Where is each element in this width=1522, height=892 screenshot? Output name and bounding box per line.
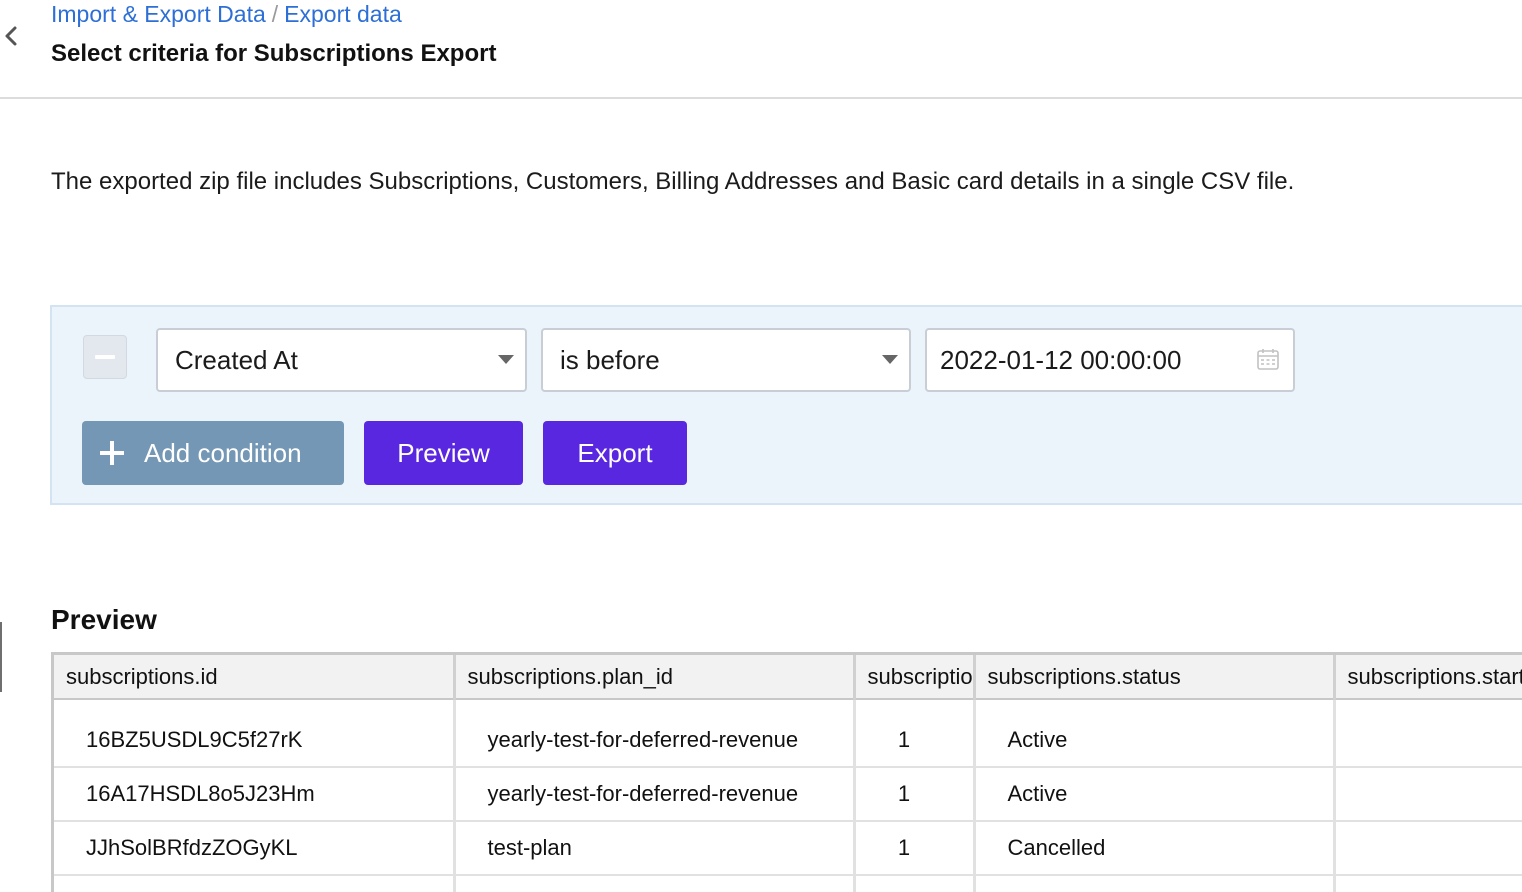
table-cell: yearly-test-for-deferred-revenue (454, 767, 856, 822)
column-header[interactable]: subscriptions.started_at (1334, 655, 1522, 700)
remove-condition-button[interactable] (83, 335, 127, 379)
table-cell: yearly-test-for-deferred-revenue (454, 713, 856, 768)
table-cell (1334, 713, 1522, 768)
export-button[interactable]: Export (543, 421, 687, 485)
add-condition-button[interactable]: Add condition (82, 421, 344, 485)
table-cell (1334, 767, 1522, 822)
table-cell: 1 (854, 713, 976, 768)
attribute-select-value: Created At (175, 344, 298, 375)
table-cell (1334, 821, 1522, 876)
column-header[interactable]: subscriptions.plan_quantity (854, 655, 976, 700)
table-row: 16BZ5USDL9C5f27rK yearly-test-for-deferr… (54, 713, 1522, 768)
scroll-marker (0, 622, 2, 692)
back-button[interactable] (0, 22, 22, 50)
table-cell: 1 (854, 821, 976, 876)
table-cell (54, 875, 456, 892)
table-row: JJhSolBRfdzZOGyKL test-plan 1 Cancelled (54, 821, 1522, 876)
column-header[interactable]: subscriptions.id (54, 655, 456, 700)
table-row (54, 875, 1522, 892)
attribute-select[interactable]: Created At (156, 328, 527, 392)
table-header-row: subscriptions.id subscriptions.plan_id s… (54, 655, 1522, 700)
table-cell: 16A17HSDL8o5J23Hm (54, 767, 456, 822)
table-cell: 1 (854, 767, 976, 822)
column-header[interactable]: subscriptions.plan_id (454, 655, 856, 700)
export-description: The exported zip file includes Subscript… (51, 168, 1295, 195)
chevron-left-icon (5, 26, 17, 46)
operator-select-value: is before (560, 344, 660, 375)
breadcrumb-export-data[interactable]: Export data (284, 1, 402, 27)
table-cell (854, 875, 976, 892)
table-cell: Active (974, 767, 1336, 822)
preview-button[interactable]: Preview (364, 421, 523, 485)
column-header[interactable]: subscriptions.status (974, 655, 1336, 700)
table-cell: Cancelled (974, 821, 1336, 876)
minus-icon (95, 355, 115, 359)
criteria-panel: Created At is before 2022-01-12 00:00:00 (50, 305, 1522, 505)
date-input-value: 2022-01-12 00:00:00 (940, 344, 1182, 375)
breadcrumb-import-export-data[interactable]: Import & Export Data (51, 1, 266, 27)
table-cell: 16BZ5USDL9C5f27rK (54, 713, 456, 768)
caret-down-icon (498, 355, 514, 364)
preview-table-container[interactable]: subscriptions.id subscriptions.plan_id s… (51, 652, 1522, 892)
table-cell (1334, 875, 1522, 892)
operator-select[interactable]: is before (541, 328, 911, 392)
table-row: 16A17HSDL8o5J23Hm yearly-test-for-deferr… (54, 767, 1522, 822)
page-title: Select criteria for Subscriptions Export (51, 40, 497, 67)
table-spacer (54, 699, 1522, 713)
table-cell (974, 875, 1336, 892)
add-condition-label: Add condition (144, 437, 302, 468)
date-input[interactable]: 2022-01-12 00:00:00 (925, 328, 1295, 392)
breadcrumb-separator: / (271, 1, 279, 27)
table-cell (454, 875, 856, 892)
table-cell: Active (974, 713, 1336, 768)
header-divider (0, 97, 1522, 99)
preview-table: subscriptions.id subscriptions.plan_id s… (54, 655, 1522, 892)
table-cell: test-plan (454, 821, 856, 876)
caret-down-icon (882, 355, 898, 364)
export-page: Import & Export Data / Export data Select … (0, 0, 1522, 892)
table-cell: JJhSolBRfdzZOGyKL (54, 821, 456, 876)
plus-icon (100, 441, 124, 465)
preview-heading: Preview (51, 604, 157, 635)
breadcrumb: Import & Export Data / Export data (51, 1, 402, 28)
calendar-icon[interactable] (1256, 347, 1280, 371)
